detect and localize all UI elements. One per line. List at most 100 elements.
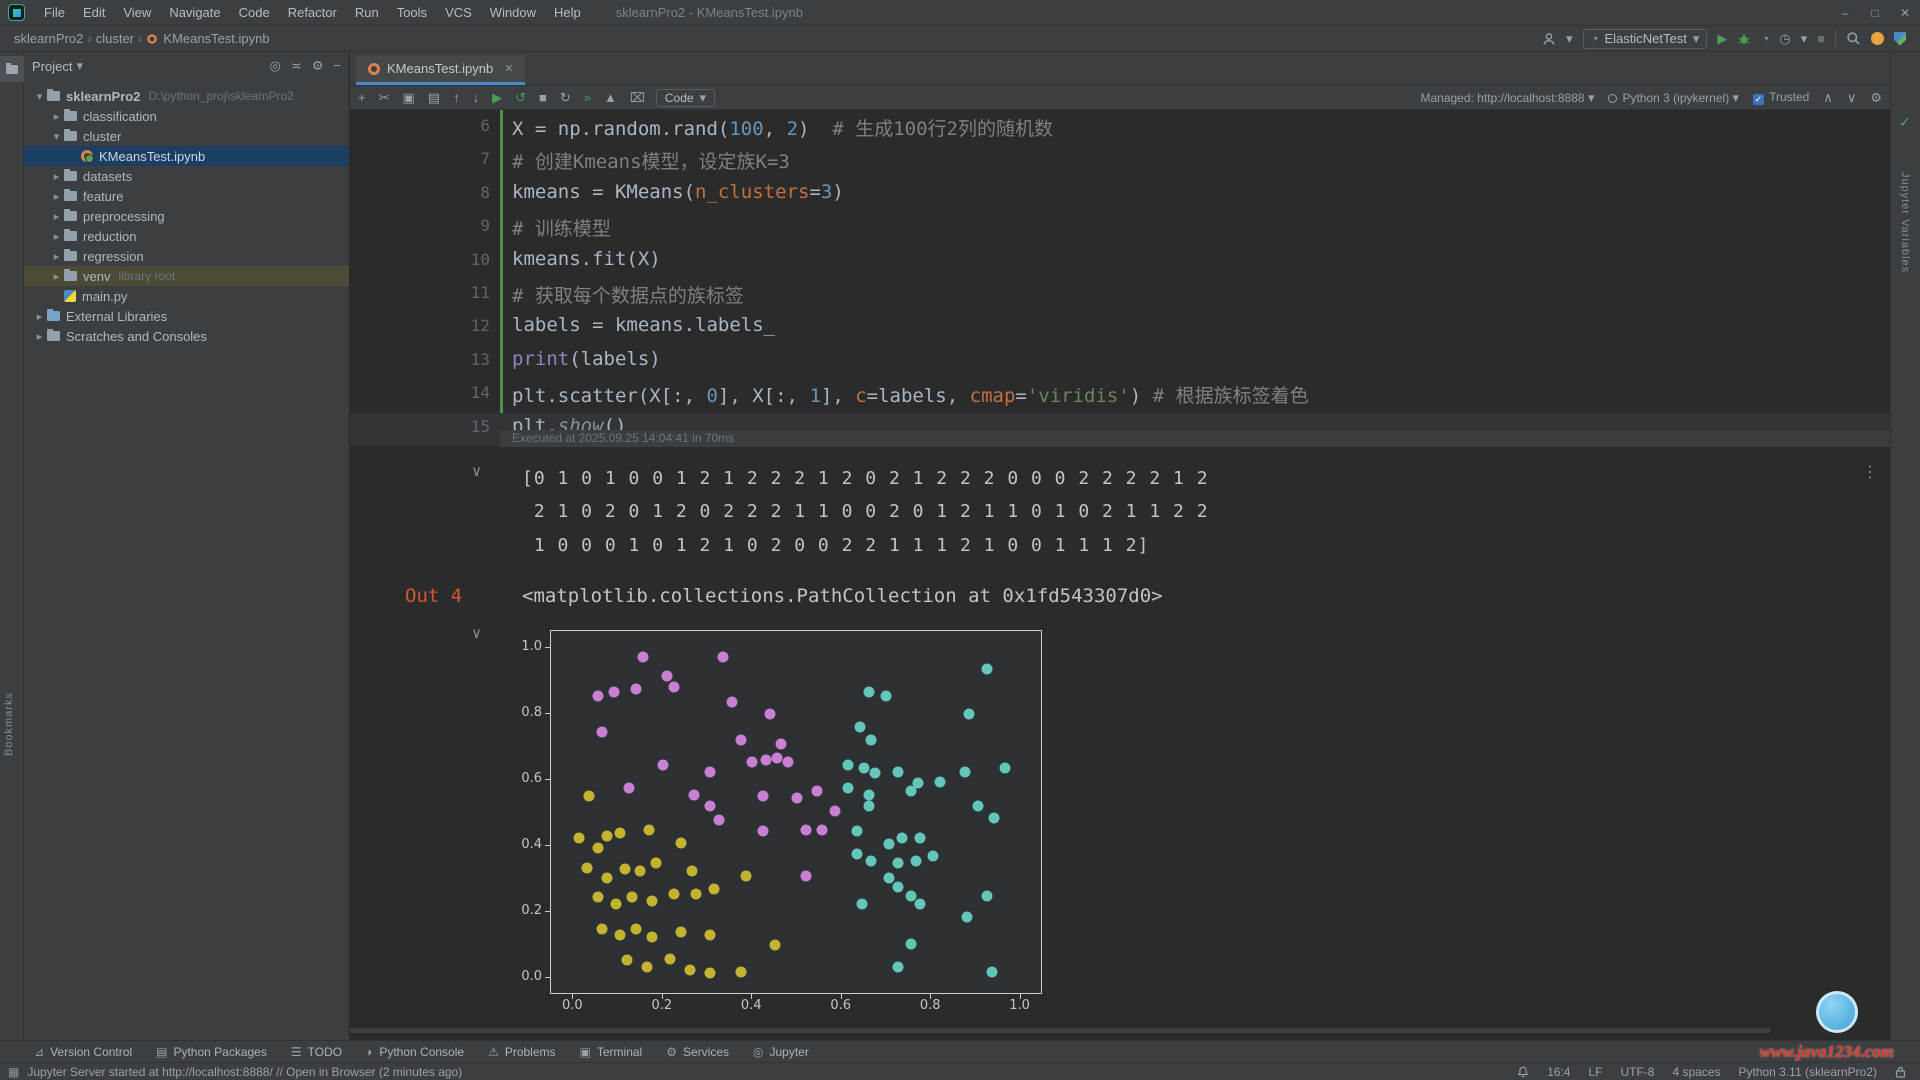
close-button[interactable]: ✕ <box>1890 0 1920 26</box>
code-line-10[interactable]: 10kmeans.fit(X) <box>350 246 1890 279</box>
tree-item-external-libraries[interactable]: ▸External Libraries <box>24 306 350 326</box>
tool-window-button-version-control[interactable]: ⊿Version Control <box>34 1045 132 1059</box>
codewithme-icon[interactable] <box>1871 32 1884 45</box>
tool-window-button-python-packages[interactable]: ▤Python Packages <box>156 1045 267 1059</box>
horizontal-scrollbar[interactable] <box>350 1028 1770 1033</box>
tool-window-button-problems[interactable]: ⚠Problems <box>488 1045 555 1059</box>
project-tool-button[interactable] <box>0 56 24 82</box>
locate-file-icon[interactable]: ◎ <box>270 58 281 74</box>
tree-chevron-icon[interactable]: ▸ <box>49 170 64 183</box>
chevron-down-icon[interactable]: ▾ <box>76 58 83 74</box>
tree-item-main-py[interactable]: main.py <box>24 286 350 306</box>
tool-window-button-jupyter[interactable]: ◎Jupyter <box>753 1045 809 1059</box>
lock-icon[interactable] <box>1895 1066 1906 1078</box>
tree-item-reduction[interactable]: ▸reduction <box>24 226 350 246</box>
hide-panel-icon[interactable]: − <box>333 58 341 74</box>
bell-icon[interactable] <box>1517 1066 1529 1078</box>
tree-chevron-icon[interactable]: ▸ <box>49 230 64 243</box>
menu-view[interactable]: View <box>114 5 160 20</box>
menu-refactor[interactable]: Refactor <box>279 5 346 20</box>
minimize-button[interactable]: – <box>1830 0 1860 26</box>
output-menu-icon[interactable]: ⋮ <box>1862 462 1878 481</box>
tree-chevron-icon[interactable]: ▸ <box>49 210 64 223</box>
tree-chevron-icon[interactable]: ▸ <box>49 110 64 123</box>
line-ending[interactable]: LF <box>1588 1065 1602 1079</box>
tree-item-classification[interactable]: ▸classification <box>24 106 350 126</box>
floating-assistant-button[interactable] <box>1816 991 1858 1033</box>
tree-chevron-icon[interactable]: ▸ <box>49 190 64 203</box>
tab-kmeanstest[interactable]: KMeansTest.ipynb ✕ <box>356 55 525 85</box>
tool-window-switcher-icon[interactable]: ▦ <box>8 1065 19 1079</box>
search-everywhere-icon[interactable] <box>1846 31 1861 46</box>
breadcrumb-item[interactable]: cluster <box>96 31 134 46</box>
restart-kernel-icon[interactable]: ↺ <box>515 90 526 106</box>
collapse-all-icon[interactable]: ≍ <box>291 58 302 74</box>
tool-window-button-terminal[interactable]: ▣Terminal <box>580 1045 643 1059</box>
tree-chevron-icon[interactable]: ▸ <box>49 270 64 283</box>
menu-help[interactable]: Help <box>545 5 590 20</box>
copy-cell-icon[interactable]: ▣ <box>403 90 415 106</box>
profiler-button[interactable]: ◷ <box>1779 31 1790 47</box>
tree-chevron-icon[interactable]: ▾ <box>32 90 47 103</box>
cell-up-icon[interactable]: ∧ <box>1823 90 1833 106</box>
chevron-down-icon[interactable]: ▾ <box>1801 31 1808 47</box>
interpreter[interactable]: Python 3.11 (sklearnPro2) <box>1738 1065 1877 1079</box>
tool-window-button-todo[interactable]: ☰TODO <box>291 1045 342 1059</box>
bookmarks-tool-button[interactable]: Bookmarks <box>3 692 15 756</box>
add-cell-icon[interactable]: + <box>358 90 366 106</box>
run-all-icon[interactable]: » <box>584 90 591 106</box>
tree-item-scratches-and-consoles[interactable]: ▸Scratches and Consoles <box>24 326 350 346</box>
move-up-icon[interactable]: ↑ <box>453 90 460 106</box>
delete-cell-icon[interactable]: ⌧ <box>630 90 645 106</box>
jupyter-variables-tool-button[interactable]: Jupyter Variables <box>1899 172 1911 273</box>
chevron-down-icon[interactable]: ▾ <box>1566 31 1573 47</box>
code-line-11[interactable]: 11# 获取每个数据点的族标签 <box>350 279 1890 312</box>
tree-chevron-icon[interactable]: ▸ <box>32 310 47 323</box>
project-panel-title[interactable]: Project <box>32 59 72 74</box>
menu-navigate[interactable]: Navigate <box>160 5 229 20</box>
cell-type-select[interactable]: Code ▾ <box>656 89 715 107</box>
tool-window-button-services[interactable]: ⚙Services <box>666 1045 729 1059</box>
menu-run[interactable]: Run <box>346 5 388 20</box>
encoding[interactable]: UTF-8 <box>1620 1065 1654 1079</box>
tree-item-feature[interactable]: ▸feature <box>24 186 350 206</box>
tree-item-regression[interactable]: ▸regression <box>24 246 350 266</box>
code-line-12[interactable]: 12labels = kmeans.labels_ <box>350 312 1890 345</box>
tree-chevron-icon[interactable]: ▾ <box>49 130 64 143</box>
cut-cell-icon[interactable]: ✂ <box>379 90 390 106</box>
gear-icon[interactable]: ⚙ <box>312 58 324 74</box>
notebook-editor[interactable]: 6X = np.random.rand(100, 2) # 生成100行2列的随… <box>350 110 1890 1040</box>
rerun-icon[interactable]: ↻ <box>560 90 571 106</box>
stop-button[interactable]: ■ <box>1817 31 1825 46</box>
close-icon[interactable]: ✕ <box>504 62 513 75</box>
coverage-button[interactable]: ◔ <box>1761 31 1769 46</box>
output-fold-icon[interactable]: ∨ <box>472 462 481 480</box>
shield-icon[interactable] <box>1894 32 1906 46</box>
trusted-checkbox[interactable]: ✓Trusted <box>1753 90 1809 105</box>
tree-item-kmeanstest-ipynb[interactable]: KMeansTest.ipynb <box>24 146 350 166</box>
code-line-13[interactable]: 13print(labels) <box>350 346 1890 379</box>
stop-kernel-icon[interactable]: ■ <box>539 90 547 106</box>
run-button[interactable]: ▶ <box>1717 31 1727 47</box>
interrupt-icon[interactable]: ▲ <box>604 90 617 106</box>
menu-edit[interactable]: Edit <box>74 5 114 20</box>
menu-vcs[interactable]: VCS <box>436 5 481 20</box>
menu-code[interactable]: Code <box>230 5 279 20</box>
code-line-6[interactable]: 6X = np.random.rand(100, 2) # 生成100行2列的随… <box>350 112 1890 145</box>
kernel-select[interactable]: Python 3 (ipykernel) ▾ <box>1608 90 1739 106</box>
move-down-icon[interactable]: ↓ <box>473 90 480 106</box>
tree-chevron-icon[interactable]: ▸ <box>32 330 47 343</box>
tree-item-venv[interactable]: ▸venvlibrary root <box>24 266 350 286</box>
tree-item-cluster[interactable]: ▾cluster <box>24 126 350 146</box>
run-cell-icon[interactable]: ▶ <box>492 90 502 106</box>
debug-button[interactable] <box>1737 32 1751 46</box>
gear-icon[interactable]: ⚙ <box>1870 90 1882 106</box>
maximize-button[interactable]: □ <box>1860 0 1890 26</box>
tree-item-sklearnpro2[interactable]: ▾sklearnPro2D:\python_proj\sklearnPro2 <box>24 86 350 106</box>
cell-down-icon[interactable]: ∨ <box>1847 90 1857 106</box>
paste-cell-icon[interactable]: ▤ <box>428 90 440 106</box>
breadcrumb-item[interactable]: sklearnPro2 <box>14 31 83 46</box>
code-line-9[interactable]: 9# 训练模型 <box>350 212 1890 245</box>
menu-window[interactable]: Window <box>481 5 545 20</box>
user-icon[interactable] <box>1542 32 1556 46</box>
